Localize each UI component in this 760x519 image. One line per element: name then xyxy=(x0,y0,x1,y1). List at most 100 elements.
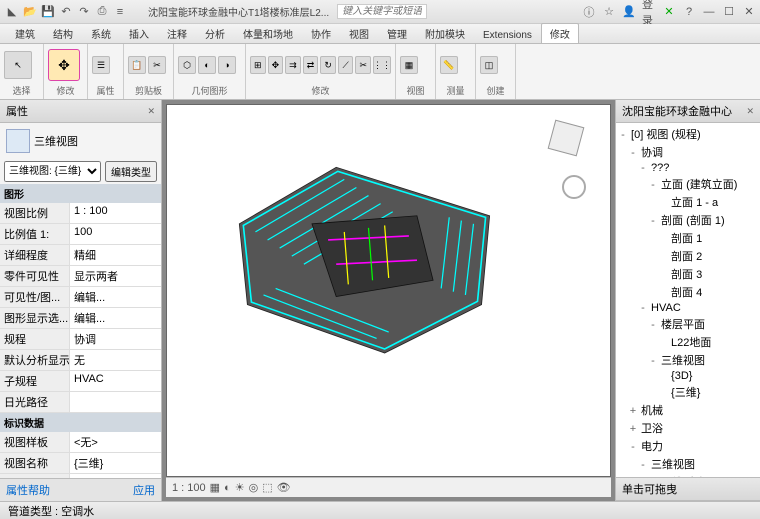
prop-value[interactable]: HVAC xyxy=(70,371,161,391)
tree-item[interactable]: - 协调 xyxy=(618,143,758,161)
select-tool-icon[interactable]: ↖ xyxy=(4,51,32,79)
cope-icon[interactable]: ⬡ xyxy=(178,56,196,74)
tree-expand-icon[interactable]: - xyxy=(628,441,638,453)
detail-level-icon[interactable]: ▦ xyxy=(210,481,220,494)
modify-tool-icon[interactable]: ✥ xyxy=(48,49,80,81)
edit-type-button[interactable]: 编辑类型 xyxy=(105,161,157,182)
prop-row[interactable]: 默认分析显示...无 xyxy=(0,350,161,371)
viewcube[interactable] xyxy=(542,115,590,163)
ribbon-tab-8[interactable]: 视图 xyxy=(340,23,378,43)
tree-expand-icon[interactable]: - xyxy=(638,162,648,174)
tree-item[interactable]: - 三维视图 xyxy=(618,351,758,369)
print-icon[interactable]: ⎙ xyxy=(94,4,110,20)
prop-row[interactable]: 视图样板<无> xyxy=(0,432,161,453)
nav-wheel-icon[interactable] xyxy=(562,175,586,199)
tree-item[interactable]: 立面 1 - a xyxy=(618,193,758,211)
prop-row[interactable]: 视图名称{三维} xyxy=(0,453,161,474)
create-icon[interactable]: ◫ xyxy=(480,56,498,74)
prop-row[interactable]: 规程协调 xyxy=(0,329,161,350)
prop-value[interactable]: 无 xyxy=(70,350,161,370)
tree-expand-icon[interactable]: - xyxy=(638,302,648,314)
help-icon[interactable]: ⓘ xyxy=(582,5,596,19)
open-icon[interactable]: 📂 xyxy=(22,4,38,20)
type-selector[interactable]: 三维视图: {三维} xyxy=(4,161,101,182)
user-icon[interactable]: 👤 xyxy=(622,5,636,19)
hide-icon[interactable]: 👁 xyxy=(277,481,291,494)
prop-row[interactable]: 零件可见性显示两者 xyxy=(0,266,161,287)
tree-expand-icon[interactable]: - xyxy=(648,319,658,331)
ribbon-tab-5[interactable]: 分析 xyxy=(196,23,234,43)
tree-item[interactable]: - ??? xyxy=(618,161,758,175)
tree-expand-icon[interactable]: - xyxy=(648,215,658,227)
rotate-icon[interactable]: ↻ xyxy=(320,56,336,74)
properties-apply-button[interactable]: 应用 xyxy=(133,482,155,498)
move-icon[interactable]: ✥ xyxy=(268,56,284,74)
properties-icon[interactable]: ☰ xyxy=(92,56,110,74)
redo-icon[interactable]: ↷ xyxy=(76,4,92,20)
ribbon-tab-0[interactable]: 建筑 xyxy=(6,23,44,43)
tree-item[interactable]: - 立面 (建筑立面) xyxy=(618,175,758,193)
tree-item[interactable]: + 卫浴 xyxy=(618,419,758,437)
ribbon-tab-9[interactable]: 管理 xyxy=(378,23,416,43)
view-icon[interactable]: ▦ xyxy=(400,56,418,74)
tree-expand-icon[interactable]: - xyxy=(648,355,658,367)
qat-icon[interactable]: ≡ xyxy=(112,4,128,20)
ribbon-tab-2[interactable]: 系统 xyxy=(82,23,120,43)
prop-value[interactable]: 显示两者 xyxy=(70,266,161,286)
ribbon-tab-4[interactable]: 注释 xyxy=(158,23,196,43)
prop-value[interactable]: {三维} xyxy=(70,453,161,473)
save-icon[interactable]: 💾 xyxy=(40,4,56,20)
tree-item[interactable]: - 楼层平面 xyxy=(618,315,758,333)
split-icon[interactable]: ✂ xyxy=(355,56,371,74)
paste-icon[interactable]: 📋 xyxy=(128,56,146,74)
app-menu-icon[interactable]: ◣ xyxy=(4,4,20,20)
join-icon[interactable]: ◑ xyxy=(218,56,236,74)
properties-help-link[interactable]: 属性帮助 xyxy=(6,482,50,498)
tree-expand-icon[interactable]: - xyxy=(638,459,648,471)
prop-value[interactable]: 1 : 100 xyxy=(70,203,161,223)
tree-expand-icon[interactable]: - xyxy=(628,147,638,159)
tree-item[interactable]: 剖面 3 xyxy=(618,265,758,283)
tree-item[interactable]: 剖面 4 xyxy=(618,283,758,301)
prop-value[interactable]: 协调 xyxy=(70,329,161,349)
mirror-icon[interactable]: ⇄ xyxy=(303,56,319,74)
trim-icon[interactable]: ⟋ xyxy=(338,56,354,74)
exchange-icon[interactable]: ✕ xyxy=(662,5,676,19)
align-icon[interactable]: ⊞ xyxy=(250,56,266,74)
viewport-3d[interactable] xyxy=(166,104,611,477)
minimize-icon[interactable]: — xyxy=(702,5,716,19)
ribbon-tab-3[interactable]: 插入 xyxy=(120,23,158,43)
offset-icon[interactable]: ⇉ xyxy=(285,56,301,74)
prop-value[interactable] xyxy=(70,392,161,412)
properties-close-icon[interactable]: ✕ xyxy=(147,106,155,117)
prop-row[interactable]: 比例值 1:100 xyxy=(0,224,161,245)
prop-row[interactable]: 图形显示选...编辑... xyxy=(0,308,161,329)
undo-icon[interactable]: ↶ xyxy=(58,4,74,20)
cut-geom-icon[interactable]: ◐ xyxy=(198,56,216,74)
tree-item[interactable]: 剖面 2 xyxy=(618,247,758,265)
tree-item[interactable]: - 电力 xyxy=(618,437,758,455)
tree-item[interactable]: 剖面 1 xyxy=(618,229,758,247)
tree-item[interactable]: - [0] 视图 (规程) xyxy=(618,125,758,143)
prop-row[interactable]: 视图比例1 : 100 xyxy=(0,203,161,224)
tree-item[interactable]: - 剖面 (剖面 1) xyxy=(618,211,758,229)
tree-expand-icon[interactable]: - xyxy=(648,179,658,191)
tree-item[interactable]: {3D} xyxy=(618,369,758,383)
tree-expand-icon[interactable]: + xyxy=(628,405,638,417)
measure-icon[interactable]: 📏 xyxy=(440,56,458,74)
prop-row[interactable]: 可见性/图...编辑... xyxy=(0,287,161,308)
shadows-icon[interactable]: ◎ xyxy=(249,481,259,494)
tree-item[interactable]: {三维} xyxy=(618,383,758,401)
tree-item[interactable]: L22地面 xyxy=(618,333,758,351)
ribbon-tab-11[interactable]: Extensions xyxy=(474,27,541,43)
sun-path-icon[interactable]: ☀ xyxy=(235,481,245,494)
help2-icon[interactable]: ? xyxy=(682,5,696,19)
tree-expand-icon[interactable]: - xyxy=(618,129,628,141)
array-icon[interactable]: ⋮⋮ xyxy=(373,56,391,74)
ribbon-tab-6[interactable]: 体量和场地 xyxy=(234,23,302,43)
ribbon-tab-10[interactable]: 附加模块 xyxy=(416,23,474,43)
tree-item[interactable]: + 机械 xyxy=(618,401,758,419)
maximize-icon[interactable]: ☐ xyxy=(722,5,736,19)
prop-value[interactable]: 100 xyxy=(70,224,161,244)
crop-icon[interactable]: ⬚ xyxy=(262,481,272,494)
